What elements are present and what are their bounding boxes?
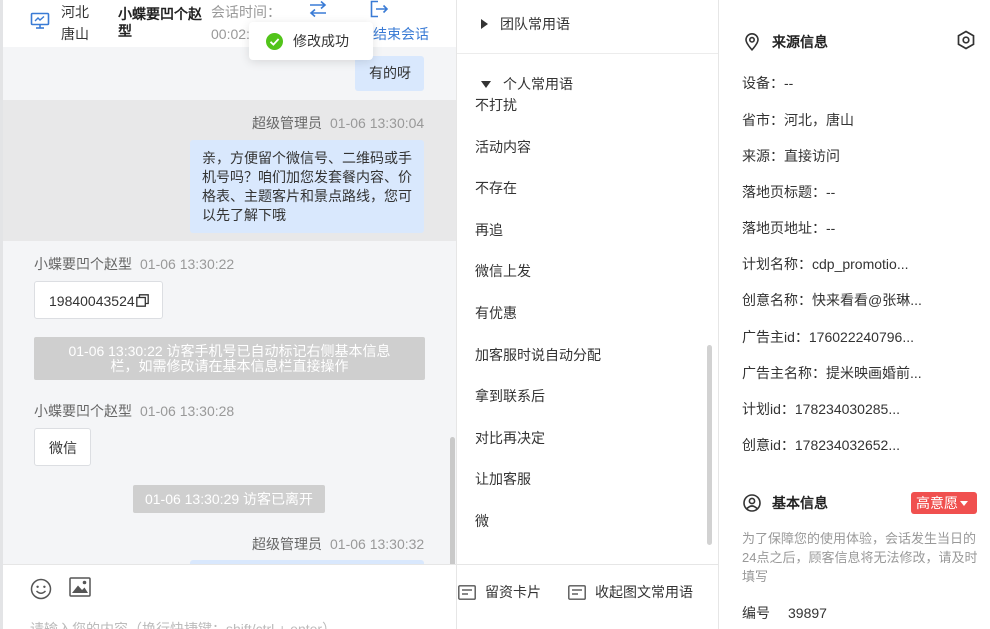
info-advertiser-name: 广告主名称：提米映画婚前... (742, 365, 922, 381)
personal-phrases-toggle[interactable]: 个人常用语 (481, 74, 573, 94)
team-phrases-title: 团队常用语 (500, 16, 570, 32)
sender-name: 超级管理员 (252, 536, 322, 552)
personal-phrases-title: 个人常用语 (503, 76, 573, 92)
visitor-name: 小蝶要凹个赵型 (118, 6, 202, 39)
info-device: 设备：-- (742, 75, 794, 91)
visitor-info-panel: 来源信息 设备：-- 省市：河北，唐山 来源：直接访问 落地页标题：-- 落地页… (720, 0, 990, 629)
chat-header: 河北 唐山 小蝶要凹个赵型 会话时间： 00:02: 结束会话 (3, 0, 456, 47)
basic-info-header: 基本信息 (743, 493, 828, 513)
message-meta: 小蝶要凹个赵型 01-06 13:30:22 (34, 255, 234, 273)
chat-panel: 河北 唐山 小蝶要凹个赵型 会话时间： 00:02: 结束会话 修改成功 有的呀… (0, 0, 456, 629)
message-bubble: 微信 (34, 428, 91, 466)
lead-card-button[interactable]: 留资卡片 (458, 582, 541, 602)
info-creative-name: 创意名称：快来看看@张琳... (742, 292, 922, 308)
emoji-icon[interactable] (30, 578, 52, 600)
info-plan-id: 计划id：178234030285... (742, 401, 900, 417)
info-landing-url: 落地页地址：-- (742, 220, 836, 236)
edit-deadline-notice: 为了保障您的使用体验，会话发生当日的24点之后，顾客信息将无法修改，请及时填写 (742, 531, 978, 584)
message-time: 01-06 13:30:32 (330, 536, 425, 552)
message-input-area: 请输入您的内容（换行快捷键：shift/ctrl + enter） (3, 564, 456, 629)
system-notice: 01-06 13:30:29 访客已离开 (133, 485, 325, 513)
check-circle-icon (266, 32, 283, 50)
info-province-city: 省市：河北，唐山 (742, 112, 854, 128)
end-session-button[interactable]: 结束会话 (373, 23, 429, 45)
message-meta: 超级管理员 01-06 13:30:32 (252, 535, 424, 553)
info-creative-id: 创意id：178234032652... (742, 437, 900, 453)
phrases-toolbar: 留资卡片 收起图文常用语 (457, 564, 718, 629)
source-info-title: 来源信息 (772, 34, 828, 50)
toast-message: 修改成功 (293, 33, 349, 49)
phrase-item[interactable]: 再追 (475, 220, 503, 240)
message-list[interactable]: 有的呀 超级管理员 01-06 13:30:04 亲，方便留个微信号、二维码或手机… (3, 47, 456, 564)
info-plan-name: 计划名称：cdp_promotio... (742, 256, 909, 272)
transfer-icon[interactable] (307, 0, 329, 18)
caret-right-icon (481, 19, 488, 29)
message-card-icon (568, 584, 586, 600)
divider (457, 53, 718, 54)
message-meta: 小蝶要凹个赵型 01-06 13:30:28 (34, 402, 234, 420)
phrase-item[interactable]: 拿到联系后 (475, 386, 545, 406)
message-bubble: 有的呀 (355, 56, 424, 91)
lead-card-label: 留资卡片 (485, 584, 541, 600)
monitor-icon (30, 12, 50, 29)
end-session-icon[interactable] (369, 0, 389, 18)
intent-level-label: 高意愿 (916, 495, 958, 511)
location-pin-icon (745, 33, 759, 51)
phrase-item[interactable]: 不打扰 (475, 95, 517, 115)
chat-scrollbar[interactable] (450, 437, 455, 564)
settings-hexagon-icon[interactable] (956, 30, 976, 50)
message-input[interactable]: 请输入您的内容（换行快捷键：shift/ctrl + enter） (30, 619, 336, 629)
sender-name: 小蝶要凹个赵型 (34, 256, 132, 272)
message-meta: 超级管理员 01-06 13:30:04 (252, 114, 424, 132)
session-time-value: 00:02: (211, 26, 250, 42)
info-source: 来源：直接访问 (742, 148, 840, 164)
phrase-item[interactable]: 对比再决定 (475, 428, 545, 448)
phrase-item[interactable]: 微 (475, 511, 489, 531)
message-time: 01-06 13:30:04 (330, 115, 425, 131)
info-landing-title: 落地页标题：-- (742, 184, 836, 200)
image-icon[interactable] (69, 577, 91, 597)
phrase-item[interactable]: 有优惠 (475, 303, 517, 323)
message-time: 01-06 13:30:22 (140, 256, 235, 272)
info-advertiser-id: 广告主id：176022240796... (742, 329, 914, 345)
phrases-panel: 团队常用语 个人常用语 不打扰 活动内容 不存在 再追 微信上发 有优惠 加客服… (456, 0, 719, 629)
phrases-scrollbar[interactable] (707, 345, 712, 545)
phrase-item[interactable]: 微信上发 (475, 261, 531, 281)
collapse-phrases-button[interactable]: 收起图文常用语 (568, 582, 693, 602)
visitor-id-label: 编号 (742, 605, 770, 621)
success-toast: 修改成功 (249, 22, 373, 60)
sender-name: 超级管理员 (252, 115, 322, 131)
system-notice: 01-06 13:30:22 访客手机号已自动标记右侧基本信息栏，如需修改请在基… (34, 337, 425, 380)
collapse-phrases-label: 收起图文常用语 (595, 584, 693, 600)
phone-message-bubble: 19840043524 (34, 281, 163, 319)
source-info-header: 来源信息 (743, 32, 828, 52)
team-phrases-toggle[interactable]: 团队常用语 (481, 14, 570, 34)
session-time-label: 会话时间： (211, 4, 281, 20)
card-icon (458, 584, 476, 600)
visitor-id-value: 39897 (788, 605, 827, 621)
phrase-item[interactable]: 活动内容 (475, 137, 531, 157)
message-bubble: 亲，方便留个微信号、二维码或手机号吗？咱们加您发套餐内容、价格表、主题客片和景点… (190, 140, 424, 233)
visitor-location: 河北 唐山 (61, 4, 89, 42)
user-circle-icon (743, 494, 761, 512)
phrase-item[interactable]: 不存在 (475, 178, 517, 198)
caret-down-icon (960, 501, 968, 506)
phone-number: 19840043524 (49, 293, 135, 309)
info-visitor-id: 编号 39897 (742, 603, 827, 623)
phrase-item[interactable]: 让加客服 (475, 469, 531, 489)
caret-down-icon (481, 80, 491, 88)
copy-icon[interactable] (135, 294, 149, 307)
sender-name: 小蝶要凹个赵型 (34, 403, 132, 419)
intent-level-dropdown[interactable]: 高意愿 (911, 492, 977, 514)
basic-info-title: 基本信息 (772, 495, 828, 511)
message-time: 01-06 13:30:28 (140, 403, 235, 419)
phrase-item[interactable]: 加客服时说自动分配 (475, 345, 601, 365)
